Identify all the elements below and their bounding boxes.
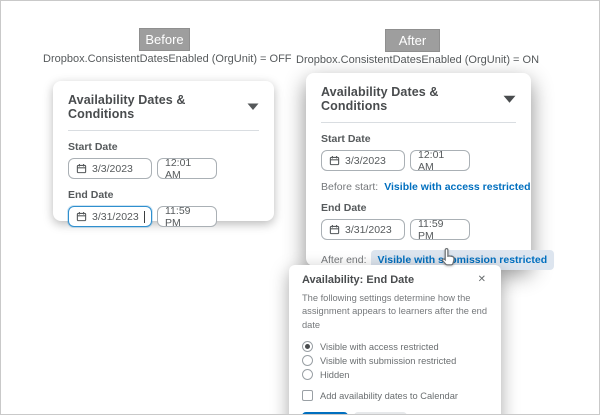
radio-hidden[interactable]: Hidden (302, 369, 488, 381)
radio-visible-submission-restricted[interactable]: Visible with submission restricted (302, 355, 488, 367)
before-caption: Dropbox.ConsistentDatesEnabled (OrgUnit)… (43, 53, 292, 65)
calendar-icon (329, 155, 340, 166)
before-start-date-label: Start Date (68, 141, 118, 153)
before-start-status-line: Before start: Visible with access restri… (321, 181, 531, 193)
radio-label: Hidden (320, 369, 350, 380)
after-card-title: Availability Dates & Conditions (321, 85, 439, 113)
chevron-down-icon[interactable] (503, 95, 516, 104)
divider (321, 122, 516, 123)
before-card-title: Availability Dates & Conditions (68, 93, 186, 121)
before-start-date-value: 3/3/2023 (92, 162, 133, 175)
before-end-date-input[interactable]: 3/31/2023 (68, 206, 152, 227)
calendar-icon (76, 163, 87, 174)
radio-button-icon[interactable] (302, 355, 313, 367)
before-badge: Before (139, 28, 190, 51)
before-end-date-value: 3/31/2023 (92, 210, 139, 223)
after-end-date-label: End Date (321, 202, 367, 214)
before-start-time-value: 12:01 AM (165, 156, 192, 181)
after-start-time-input[interactable]: 12:01 AM (410, 148, 470, 173)
screenshot-frame: Before Dropbox.ConsistentDatesEnabled (O… (0, 0, 600, 415)
checkbox-icon[interactable] (302, 390, 313, 402)
dialog-title: Availability: End Date (302, 274, 415, 286)
after-end-time-value: 11:59 PM (418, 217, 444, 242)
after-end-date-input[interactable]: 3/31/2023 (321, 219, 405, 240)
before-end-time-input[interactable]: 11:59 PM (157, 204, 217, 229)
calendar-icon (76, 211, 87, 222)
radio-label: Visible with submission restricted (320, 355, 457, 366)
radio-label: Visible with access restricted (320, 341, 439, 352)
divider (68, 130, 259, 131)
radio-button-icon[interactable] (302, 369, 313, 381)
chevron-down-icon[interactable] (247, 103, 259, 111)
before-start-date-input[interactable]: 3/3/2023 (68, 158, 152, 179)
before-availability-card: Availability Dates & Conditions Start Da… (53, 81, 274, 229)
after-availability-card: Availability Dates & Conditions Start Da… (306, 73, 555, 270)
after-start-time-value: 12:01 AM (418, 148, 445, 173)
before-end-time-value: 11:59 PM (165, 204, 191, 229)
before-start-status-label: Before start: (321, 181, 379, 193)
before-end-date-label: End Date (68, 189, 114, 201)
add-to-calendar-checkbox-row[interactable]: Add availability dates to Calendar (302, 390, 488, 402)
before-card-header[interactable]: Availability Dates & Conditions (68, 93, 259, 121)
calendar-icon (329, 224, 340, 235)
end-date-options: Visible with access restricted Visible w… (302, 341, 488, 381)
after-badge: After (385, 29, 440, 52)
after-end-time-input[interactable]: 11:59 PM (410, 217, 470, 242)
hand-pointer-cursor-icon (439, 246, 460, 269)
after-start-date-input[interactable]: 3/3/2023 (321, 150, 405, 171)
after-end-date-value: 3/31/2023 (345, 223, 392, 236)
radio-visible-access-restricted[interactable]: Visible with access restricted (302, 341, 488, 353)
before-start-time-input[interactable]: 12:01 AM (157, 156, 217, 181)
close-icon[interactable]: ✕ (476, 274, 488, 286)
availability-end-date-dialog: Availability: End Date ✕ The following s… (289, 265, 501, 414)
after-card-header[interactable]: Availability Dates & Conditions (321, 85, 516, 113)
before-start-status-link[interactable]: Visible with access restricted (384, 181, 530, 193)
after-start-date-label: Start Date (321, 133, 371, 145)
radio-button-icon[interactable] (302, 341, 313, 353)
dialog-description: The following settings determine how the… (302, 293, 488, 330)
after-start-date-value: 3/3/2023 (345, 154, 386, 167)
after-caption: Dropbox.ConsistentDatesEnabled (OrgUnit)… (296, 54, 540, 66)
checkbox-label: Add availability dates to Calendar (320, 390, 458, 401)
